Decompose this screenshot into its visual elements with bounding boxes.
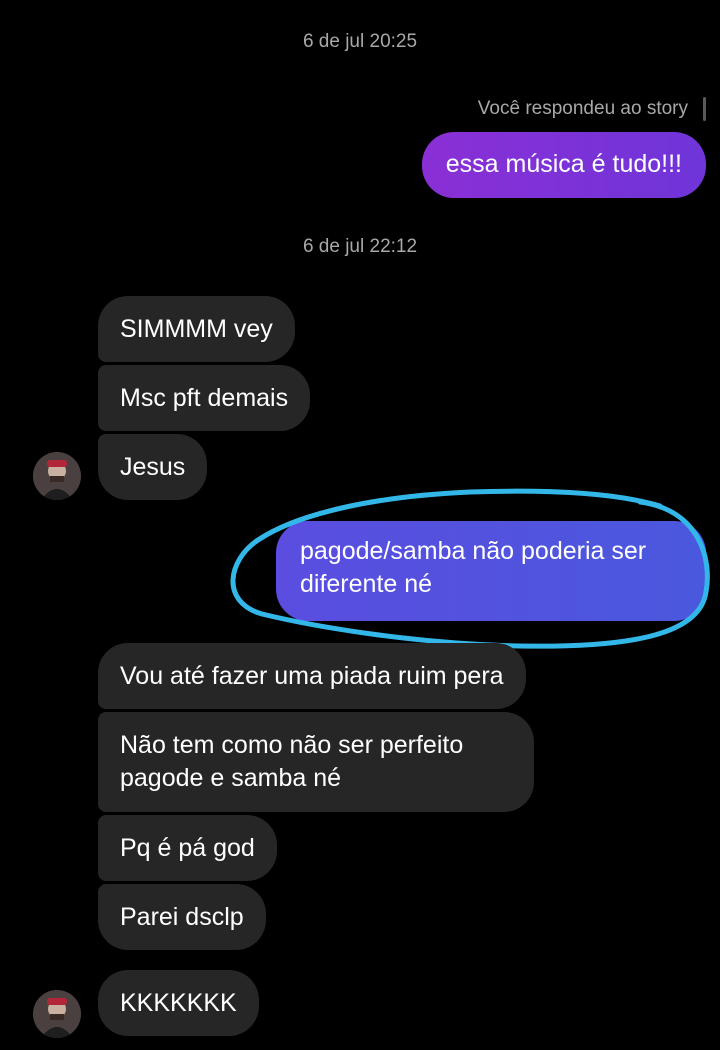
story-preview-bar[interactable] bbox=[703, 97, 706, 121]
message-bubble-incoming[interactable]: Não tem como não ser perfeito pagode e s… bbox=[98, 712, 534, 812]
timestamp: 6 de jul 22:12 bbox=[302, 236, 418, 257]
message-bubble-incoming[interactable]: Msc pft demais bbox=[98, 365, 311, 431]
message-text: pagode/samba não poderia ser diferente n… bbox=[300, 537, 647, 598]
avatar-image bbox=[33, 990, 81, 1038]
message-bubble-incoming[interactable]: Pq é pá god bbox=[98, 815, 277, 881]
timestamp: 6 de jul 20:25 bbox=[302, 31, 418, 52]
message-bubble-incoming[interactable]: Vou até fazer uma piada ruim pera bbox=[98, 643, 526, 709]
message-bubble-incoming[interactable]: Parei dsclp bbox=[98, 884, 266, 950]
message-bubble-outgoing[interactable]: pagode/samba não poderia ser diferente n… bbox=[276, 521, 706, 621]
message-bubble-incoming[interactable]: SIMMMM vey bbox=[98, 296, 295, 362]
message-text: Vou até fazer uma piada ruim pera bbox=[120, 662, 504, 690]
message-bubble-outgoing[interactable]: essa música é tudo!!! bbox=[421, 132, 706, 198]
message-text: Msc pft demais bbox=[120, 384, 289, 412]
message-bubble-incoming[interactable]: KKKKKKK bbox=[98, 970, 259, 1036]
avatar-image bbox=[33, 452, 81, 500]
avatar[interactable] bbox=[33, 990, 81, 1038]
message-text: Jesus bbox=[120, 453, 186, 481]
message-text: Pq é pá god bbox=[120, 834, 255, 862]
message-text: essa música é tudo!!! bbox=[445, 150, 682, 178]
avatar[interactable] bbox=[33, 452, 81, 500]
message-text: Não tem como não ser perfeito pagode e s… bbox=[120, 731, 464, 792]
message-text: SIMMMM vey bbox=[120, 315, 273, 343]
message-text: KKKKKKK bbox=[120, 989, 237, 1017]
story-reply-note: Você respondeu ao story bbox=[477, 98, 688, 119]
message-bubble-incoming[interactable]: Jesus bbox=[98, 434, 208, 500]
message-text: Parei dsclp bbox=[120, 903, 244, 931]
